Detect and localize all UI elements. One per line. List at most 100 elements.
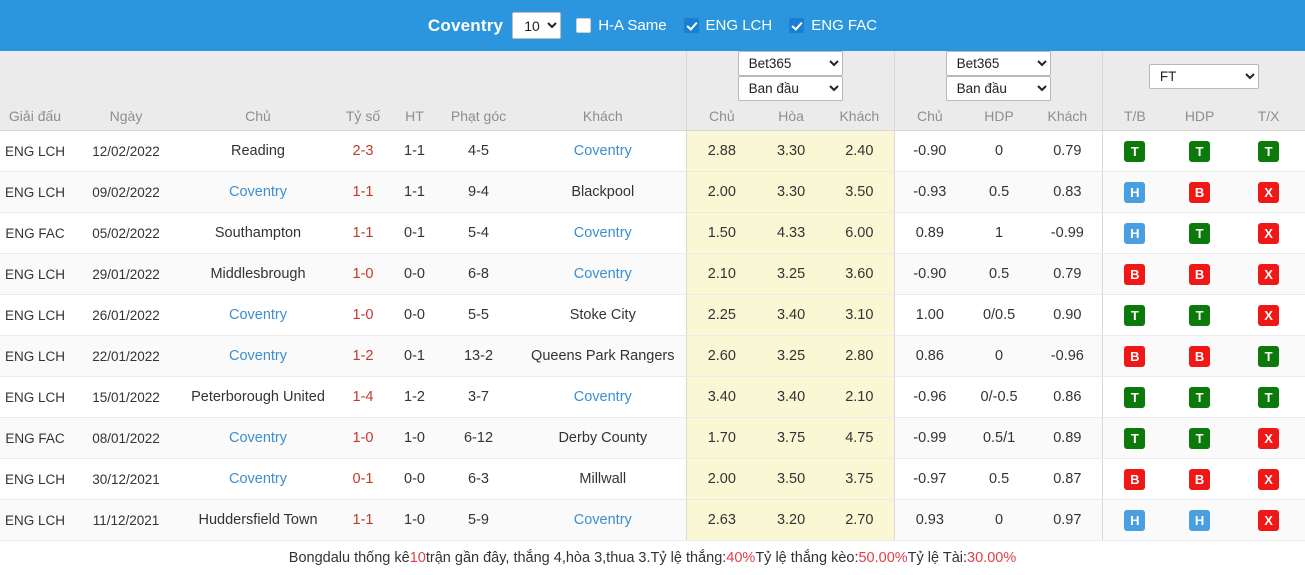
home-team-label[interactable]: Coventry	[229, 307, 287, 323]
away-team-label[interactable]: Coventry	[574, 143, 632, 159]
filter-ha-same[interactable]: H-A Same	[576, 17, 667, 34]
checkbox-ha-same[interactable]	[576, 18, 592, 33]
cell-badge-tb: H	[1101, 212, 1168, 254]
cell-ah-home: 0.93	[893, 499, 966, 541]
home-team-label[interactable]: Coventry	[229, 471, 287, 487]
cell-odds-draw: 3.40	[757, 294, 826, 336]
cell-badge-tx: X	[1232, 499, 1305, 541]
badge-tb-b: B	[1124, 468, 1146, 490]
table-row[interactable]: ENG LCH 11/12/2021 Huddersfield Town 1-1 1-0…	[0, 499, 1305, 541]
col-header-score[interactable]: Tỷ số	[334, 101, 392, 131]
table-row[interactable]: ENG LCH 29/01/2022 Middlesbrough 1-0 0-0 6-8 C…	[0, 253, 1305, 295]
cell-ah-hdp: 1	[965, 212, 1034, 254]
page-title: Coventry	[427, 15, 504, 35]
table-row[interactable]: ENG LCH 09/02/2022 Coventry 1-1 1-1 9-4 Blackp…	[0, 171, 1305, 213]
cell-away-team: Blackpool	[520, 171, 687, 213]
cell-badge-hdp: B	[1167, 458, 1233, 500]
col-header-result-tb[interactable]: T/B	[1101, 101, 1168, 131]
away-team-label[interactable]: Coventry	[574, 389, 632, 405]
table-row[interactable]: ENG LCH 30/12/2021 Coventry 0-1 0-0 6-3 Millwa…	[0, 458, 1305, 500]
cell-date: 22/01/2022	[70, 335, 182, 377]
bookmaker-select-ah[interactable]: Bet365	[945, 51, 1051, 76]
away-team-label[interactable]: Coventry	[574, 266, 632, 282]
summary-footer: Bongdalu thống kê 10 trận gần đây, thắng…	[0, 541, 1305, 575]
summary-win-rate: 40%	[726, 550, 756, 566]
col-header-away[interactable]: Khách	[520, 101, 687, 131]
period-select[interactable]: FT	[1148, 63, 1259, 89]
checkbox-eng-lch[interactable]	[683, 18, 699, 33]
table-header: Bet365 Ban đầu Bet365 Ban đầu FT Giải đấ…	[0, 51, 1305, 131]
col-header-corner[interactable]: Phạt góc	[437, 101, 520, 131]
cell-corners: 13-2	[437, 335, 520, 377]
cell-odds-away: 3.60	[825, 253, 895, 295]
phase-select-1x2[interactable]: Ban đầu	[737, 76, 843, 101]
cell-date: 08/01/2022	[70, 417, 182, 459]
home-team-label[interactable]: Southampton	[215, 225, 301, 241]
match-count-select[interactable]: 10	[512, 12, 562, 39]
table-row[interactable]: ENG LCH 22/01/2022 Coventry 1-2 0-1 13-2 Queen…	[0, 335, 1305, 377]
away-team-label[interactable]: Queens Park Rangers	[531, 348, 674, 364]
cell-odds-home: 2.25	[685, 294, 758, 336]
col-header-odds-away[interactable]: Khách	[825, 101, 895, 131]
badge-hdp-b: B	[1189, 263, 1211, 285]
col-header-result-tx[interactable]: T/X	[1232, 101, 1305, 131]
cell-ah-hdp: 0	[965, 499, 1034, 541]
home-team-label[interactable]: Reading	[231, 143, 285, 159]
home-team-label[interactable]: Coventry	[229, 430, 287, 446]
col-header-ah-away[interactable]: Khách	[1033, 101, 1103, 131]
col-header-ht[interactable]: HT	[392, 101, 437, 131]
cell-ah-away: 0.79	[1033, 253, 1103, 295]
cell-odds-home: 2.60	[685, 335, 758, 377]
col-header-league[interactable]: Giải đấu	[0, 101, 70, 131]
cell-badge-tb: H	[1101, 171, 1168, 213]
filter-eng-fac[interactable]: ENG FAC	[789, 17, 877, 34]
cell-ah-home: -0.90	[893, 253, 966, 295]
cell-odds-draw: 3.50	[757, 458, 826, 500]
filter-eng-lch[interactable]: ENG LCH	[683, 17, 772, 34]
table-row[interactable]: ENG LCH 15/01/2022 Peterborough United 1-4 1…	[0, 376, 1305, 418]
badge-tb-h: H	[1124, 509, 1146, 531]
badge-tb-t: T	[1124, 427, 1146, 449]
cell-ah-away: -0.99	[1033, 212, 1103, 254]
bookmaker-select-1x2[interactable]: Bet365	[737, 51, 843, 76]
cell-ah-hdp: 0.5	[965, 458, 1034, 500]
cell-badge-hdp: T	[1167, 417, 1233, 459]
home-team-label[interactable]: Peterborough United	[191, 389, 325, 405]
cell-odds-home: 1.70	[685, 417, 758, 459]
cell-corners: 6-8	[437, 253, 520, 295]
home-team-label[interactable]: Coventry	[229, 184, 287, 200]
cell-odds-home: 2.63	[685, 499, 758, 541]
col-header-ah-home[interactable]: Chủ	[893, 101, 966, 131]
header-row-labels: Giải đấu Ngày Chủ Tỷ số HT Phạt góc Khác…	[0, 101, 1305, 131]
summary-handicap-label: Tỷ lệ thắng kèo:	[755, 550, 859, 566]
col-header-result-hdp[interactable]: HDP	[1167, 101, 1233, 131]
badge-hdp-t: T	[1189, 304, 1211, 326]
col-header-home[interactable]: Chủ	[182, 101, 334, 131]
cell-halftime: 0-0	[392, 253, 437, 295]
away-team-label[interactable]: Coventry	[574, 512, 632, 528]
away-team-label[interactable]: Stoke City	[570, 307, 636, 323]
col-header-odds-draw[interactable]: Hòa	[757, 101, 826, 131]
cell-odds-away: 3.10	[825, 294, 895, 336]
cell-score: 1-1	[334, 212, 392, 254]
table-row[interactable]: ENG LCH 12/02/2022 Reading 2-3 1-1 4-5 Coventr…	[0, 130, 1305, 172]
away-team-label[interactable]: Millwall	[579, 471, 626, 487]
badge-tx-x: X	[1258, 427, 1280, 449]
table-row[interactable]: ENG FAC 08/01/2022 Coventry 1-0 1-0 6-12 Derby…	[0, 417, 1305, 459]
col-header-date[interactable]: Ngày	[70, 101, 182, 131]
away-team-label[interactable]: Blackpool	[571, 184, 634, 200]
home-team-label[interactable]: Huddersfield Town	[198, 512, 317, 528]
cell-badge-hdp: T	[1167, 130, 1233, 172]
table-row[interactable]: ENG FAC 05/02/2022 Southampton 1-1 0-1 5-4 Cov…	[0, 212, 1305, 254]
checkbox-eng-fac[interactable]	[789, 18, 805, 33]
col-header-odds-home[interactable]: Chủ	[685, 101, 758, 131]
col-header-ah-hdp[interactable]: HDP	[965, 101, 1034, 131]
home-team-label[interactable]: Middlesbrough	[210, 266, 305, 282]
away-team-label[interactable]: Coventry	[574, 225, 632, 241]
home-team-label[interactable]: Coventry	[229, 348, 287, 364]
phase-select-ah[interactable]: Ban đầu	[945, 76, 1051, 101]
cell-ah-hdp: 0/-0.5	[965, 376, 1034, 418]
matches-table: Bet365 Ban đầu Bet365 Ban đầu FT Giải đấ…	[0, 51, 1305, 541]
away-team-label[interactable]: Derby County	[558, 430, 647, 446]
table-row[interactable]: ENG LCH 26/01/2022 Coventry 1-0 0-0 5-5 Stoke …	[0, 294, 1305, 336]
